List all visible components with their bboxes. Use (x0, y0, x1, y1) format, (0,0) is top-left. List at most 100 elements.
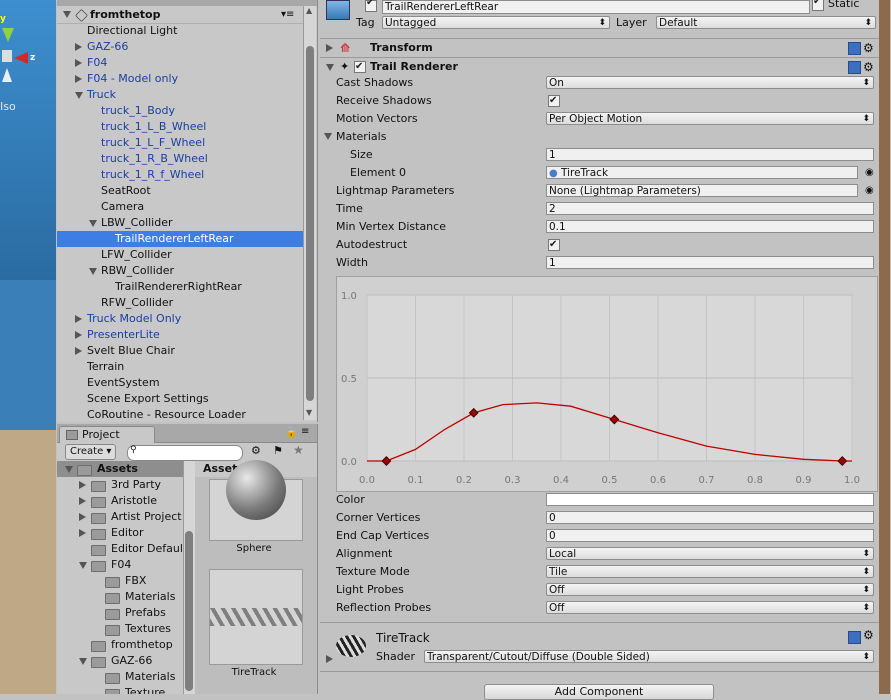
layer-dropdown[interactable]: Default (656, 16, 876, 30)
project-folder-item[interactable]: Textures (57, 621, 183, 637)
project-folder-item[interactable]: Editor (57, 525, 183, 541)
hierarchy-item[interactable]: Terrain (57, 359, 303, 375)
gizmo-x-axis-icon[interactable] (14, 52, 28, 64)
collapse-arrow-icon[interactable] (79, 658, 87, 665)
expand-arrow-icon[interactable] (79, 497, 86, 505)
hierarchy-item[interactable]: EventSystem (57, 375, 303, 391)
hierarchy-scrollbar[interactable]: ▲ ▼ (303, 6, 316, 420)
gear-icon[interactable]: ⚙ (863, 628, 874, 642)
hierarchy-item[interactable]: LBW_Collider (57, 215, 303, 231)
project-folder-item[interactable]: FBX (57, 573, 183, 589)
object-picker-icon[interactable]: ◉ (865, 182, 874, 200)
hierarchy-item[interactable]: truck_1_L_B_Wheel (57, 119, 303, 135)
object-picker-icon[interactable]: ◉ (865, 164, 874, 182)
help-book-icon[interactable] (848, 42, 861, 55)
hierarchy-item[interactable]: F04 - Model only (57, 71, 303, 87)
collapse-arrow-icon[interactable] (75, 92, 83, 99)
motion-vectors-dropdown[interactable]: Per Object Motion (546, 112, 874, 126)
active-checkbox[interactable] (365, 0, 377, 12)
project-folder-item[interactable]: F04 (57, 557, 183, 573)
expand-arrow-icon[interactable] (63, 11, 71, 18)
add-component-button[interactable]: Add Component (484, 684, 714, 700)
object-name-input[interactable]: TrailRendererLeftRear (382, 0, 810, 14)
help-book-icon[interactable] (848, 631, 861, 644)
scene-menu-icon[interactable]: ▾≡ (281, 6, 294, 23)
static-checkbox[interactable] (812, 0, 824, 11)
project-folder-item[interactable]: Texture (57, 685, 183, 694)
lock-icon[interactable]: 🔒 (285, 427, 297, 438)
hierarchy-item[interactable]: Scene Export Settings (57, 391, 303, 407)
cast-shadows-dropdown[interactable]: On (546, 76, 874, 90)
expand-arrow-icon[interactable] (75, 315, 82, 323)
project-folder-item[interactable]: fromthetop (57, 637, 183, 653)
scroll-up-icon[interactable]: ▲ (306, 6, 312, 15)
expand-arrow-icon[interactable] (75, 59, 82, 67)
materials-row[interactable]: Materials (320, 128, 880, 146)
hierarchy-item[interactable]: Svelt Blue Chair (57, 343, 303, 359)
autodestruct-checkbox[interactable] (548, 236, 560, 254)
collapse-arrow-icon[interactable] (65, 466, 73, 473)
collapse-arrow-icon[interactable] (89, 268, 97, 275)
hierarchy-item[interactable]: F04 (57, 55, 303, 71)
alignment-dropdown[interactable]: Local (546, 547, 874, 561)
filter-type-icon[interactable]: ⚙ (251, 444, 261, 457)
collapse-arrow-icon[interactable] (326, 64, 334, 71)
gizmo-y-axis-icon[interactable] (2, 28, 14, 42)
project-folder-item[interactable]: GAZ-66 (57, 653, 183, 669)
collapse-arrow-icon[interactable] (89, 220, 97, 227)
width-curve-chart[interactable]: 0.0 0.1 0.2 0.3 0.4 0.5 0.6 0.7 0.8 0.9 1.0 0.0 0.5 1… (337, 277, 877, 491)
receive-shadows-checkbox[interactable] (548, 92, 560, 110)
expand-arrow-icon[interactable] (75, 75, 82, 83)
project-folder-item[interactable]: 3rd Party (57, 477, 183, 493)
project-search-input[interactable] (127, 445, 243, 461)
corner-vertices-input[interactable]: 0 (546, 511, 874, 524)
hierarchy-item[interactable]: Truck (57, 87, 303, 103)
hierarchy-item[interactable]: RBW_Collider (57, 263, 303, 279)
hierarchy-item[interactable]: Truck Model Only (57, 311, 303, 327)
hierarchy-item[interactable]: truck_1_Body (57, 103, 303, 119)
gizmo-center-icon[interactable] (2, 50, 12, 62)
hierarchy-item[interactable]: SeatRoot (57, 183, 303, 199)
element0-object-field[interactable]: TireTrack (546, 166, 858, 179)
expand-arrow-icon[interactable] (79, 513, 86, 521)
hierarchy-item[interactable]: Directional Light (57, 23, 303, 39)
scene-root-row[interactable]: fromthetop ▾≡ (57, 6, 303, 24)
hierarchy-scroll-thumb[interactable] (306, 46, 314, 401)
tag-dropdown[interactable]: Untagged (382, 16, 610, 30)
hierarchy-item[interactable]: truck_1_R_f_Wheel (57, 167, 303, 183)
hierarchy-item[interactable]: truck_1_L_F_Wheel (57, 135, 303, 151)
expand-arrow-icon[interactable] (75, 43, 82, 51)
transform-header[interactable]: ⟰ Transform ⚙ (320, 38, 880, 57)
create-button[interactable]: Create ▾ (65, 444, 117, 460)
materials-expand-icon[interactable] (324, 133, 332, 140)
material-preview-icon[interactable] (336, 635, 366, 657)
project-folder-item[interactable]: Prefabs (57, 605, 183, 621)
project-folder-item[interactable]: Artist Project (57, 509, 183, 525)
hierarchy-item[interactable]: truck_1_R_B_Wheel (57, 151, 303, 167)
shader-dropdown[interactable]: Transparent/Cutout/Diffuse (Double Sided… (424, 650, 874, 664)
width-curve-editor[interactable]: 0.0 0.1 0.2 0.3 0.4 0.5 0.6 0.7 0.8 0.9 1.0 0.0 0.5 1… (336, 276, 878, 492)
hierarchy-item[interactable]: CoRoutine - Resource Loader (57, 407, 303, 423)
expand-arrow-icon[interactable] (75, 331, 82, 339)
project-tree-scrollbar[interactable] (183, 461, 195, 694)
expand-arrow-icon[interactable] (79, 481, 86, 489)
texture-mode-dropdown[interactable]: Tile (546, 565, 874, 579)
min-vertex-input[interactable]: 0.1 (546, 220, 874, 233)
hierarchy-item[interactable]: GAZ-66 (57, 39, 303, 55)
expand-arrow-icon[interactable] (326, 655, 333, 663)
end-cap-input[interactable]: 0 (546, 529, 874, 542)
hierarchy-item[interactable]: PresenterLite (57, 327, 303, 343)
size-input[interactable]: 1 (546, 148, 874, 161)
hierarchy-item[interactable]: TrailRendererRightRear (57, 279, 303, 295)
gizmo-z-axis-icon[interactable] (2, 68, 12, 82)
hierarchy-item[interactable]: Camera (57, 199, 303, 215)
time-input[interactable]: 2 (546, 202, 874, 215)
hierarchy-item[interactable]: RFW_Collider (57, 295, 303, 311)
lightmap-object-field[interactable]: None (Lightmap Parameters) (546, 184, 858, 197)
gear-icon[interactable]: ⚙ (863, 39, 874, 57)
trail-enabled-checkbox[interactable] (354, 58, 366, 76)
project-folder-item[interactable]: Assets (57, 461, 183, 477)
collapse-arrow-icon[interactable] (79, 562, 87, 569)
scene-view[interactable]: y z Iso (0, 0, 56, 694)
asset-tiretrack-thumb[interactable] (209, 569, 303, 665)
